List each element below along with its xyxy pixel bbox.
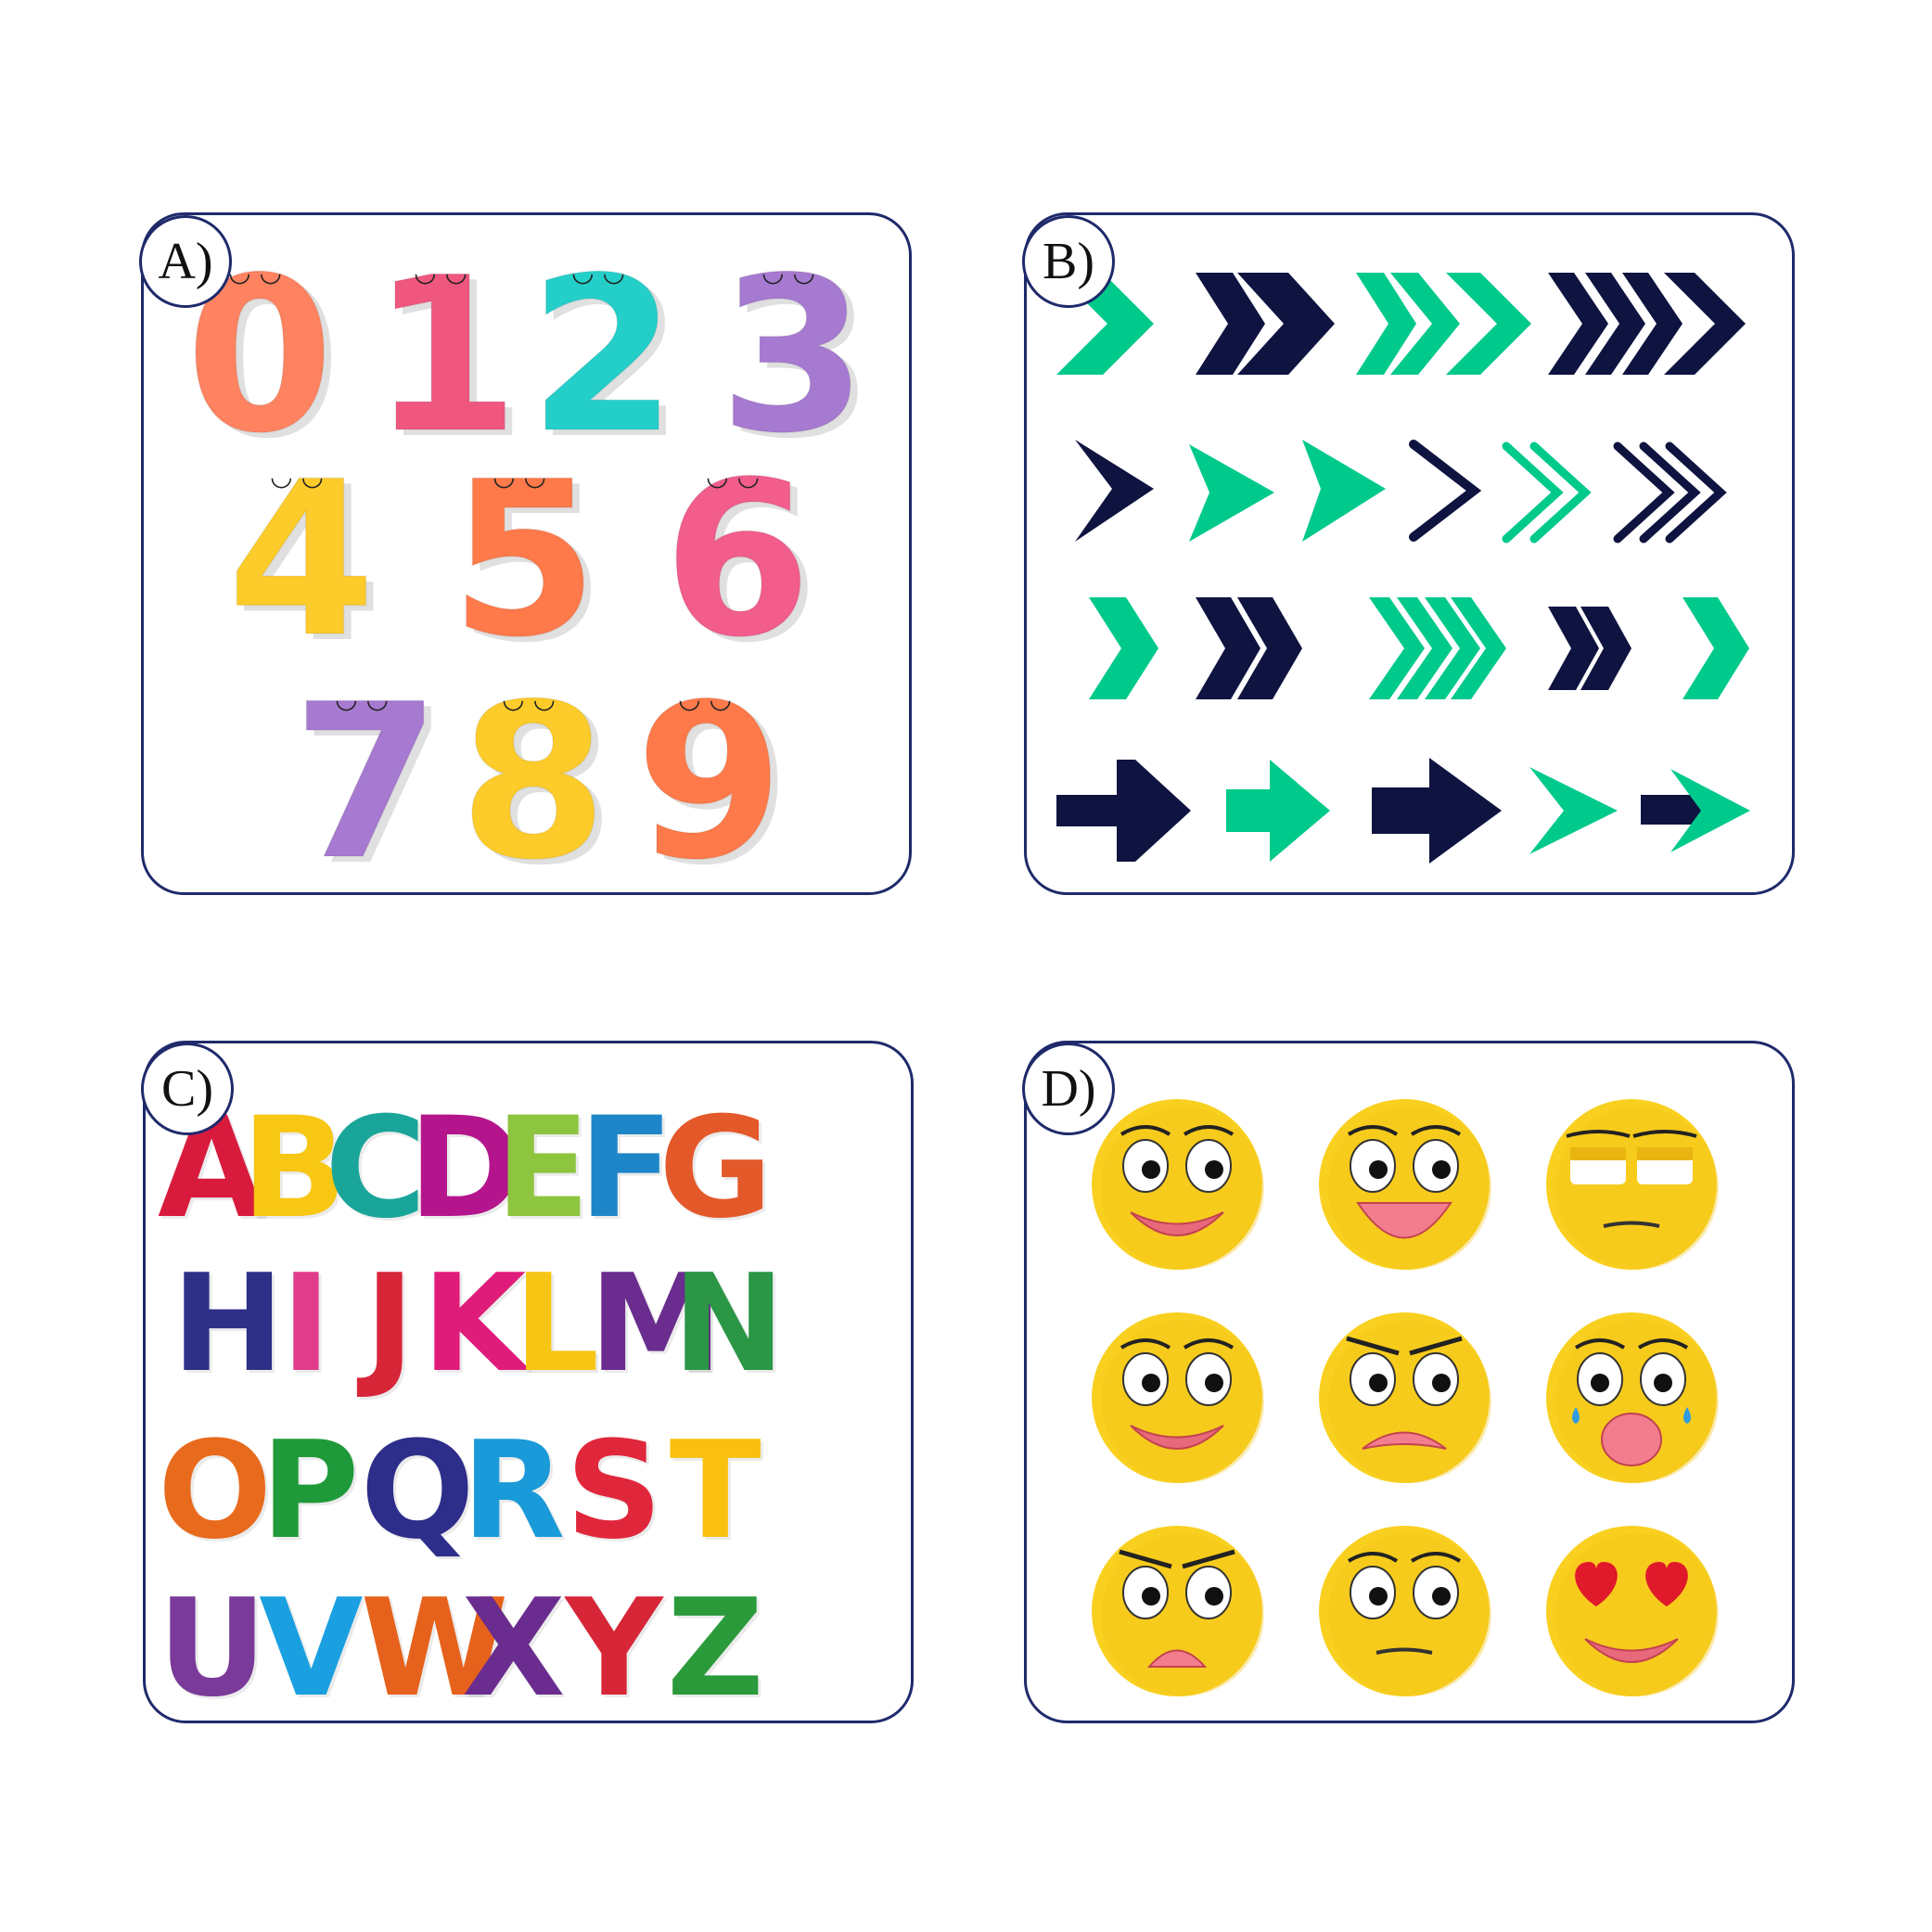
smiling-face-icon (1092, 1099, 1264, 1270)
double-chevron-icon (1356, 273, 1531, 375)
panel-label-a: A) (139, 215, 232, 308)
chevron-icon (1089, 597, 1158, 699)
arrow-collection (1056, 273, 1750, 864)
crying-face-icon (1546, 1312, 1719, 1483)
arrowhead-icon (1529, 767, 1618, 854)
thick-arrow-icon (1372, 758, 1502, 864)
double-chevron-icon (1196, 597, 1302, 699)
heart-eyes-face-icon (1546, 1526, 1719, 1696)
laughing-face-icon (1319, 1099, 1491, 1270)
panel-label-d: D) (1022, 1043, 1115, 1135)
double-chevron-icon (1548, 607, 1631, 690)
bar-arrow-icon (1641, 769, 1750, 852)
angry-face-icon (1092, 1526, 1264, 1696)
line-chevron-icon (1409, 440, 1482, 542)
thin-chevron-icon (1075, 440, 1154, 542)
panel-letters (143, 1041, 914, 1723)
triangle-arrow-icon (1189, 444, 1274, 542)
double-chevron-icon (1196, 273, 1335, 375)
triple-chevron-icon (1369, 597, 1506, 699)
arrow-right-icon (1226, 760, 1330, 862)
chevron-icon (1683, 597, 1749, 699)
annoyed-face-icon (1546, 1099, 1719, 1270)
angry-frowning-face-icon (1319, 1312, 1491, 1483)
triple-line-chevron-icon (1613, 441, 1727, 544)
triangle-arrow-icon (1302, 440, 1386, 542)
happy-face-icon (1092, 1312, 1264, 1483)
triple-chevron-icon (1548, 273, 1746, 375)
panel-label-c: C) (141, 1043, 234, 1135)
panel-label-b: B) (1022, 215, 1115, 308)
neutral-face-icon (1319, 1526, 1491, 1696)
panel-numbers (141, 212, 912, 895)
arrow-right-icon (1056, 760, 1191, 862)
double-line-chevron-icon (1502, 441, 1592, 544)
emoji-collection (1092, 1099, 1719, 1696)
